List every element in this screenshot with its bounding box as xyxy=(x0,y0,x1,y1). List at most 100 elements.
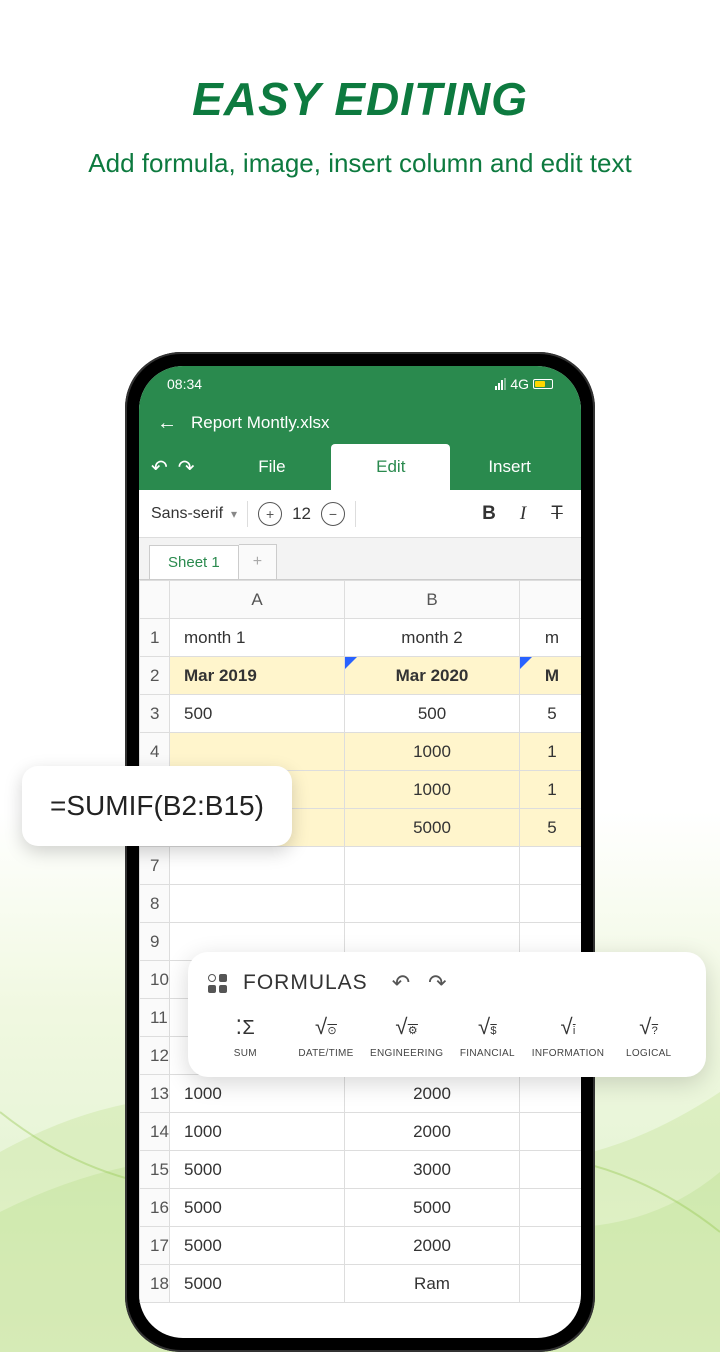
cell[interactable]: 3000 xyxy=(345,1151,520,1189)
cell[interactable]: 5 xyxy=(520,695,582,733)
cell[interactable] xyxy=(345,847,520,885)
cell[interactable]: 5000 xyxy=(170,1227,345,1265)
tab-file[interactable]: File xyxy=(213,444,332,490)
cell[interactable] xyxy=(520,1227,582,1265)
back-icon[interactable]: ← xyxy=(157,412,177,435)
row-header[interactable]: 8 xyxy=(140,885,170,923)
cell[interactable]: 1 xyxy=(520,733,582,771)
datetime-icon: √⊙ xyxy=(315,1014,337,1040)
cell[interactable]: 5000 xyxy=(345,809,520,847)
formula-category-label: INFORMATION xyxy=(532,1048,605,1059)
row-header[interactable]: 12 xyxy=(140,1037,170,1075)
cell[interactable]: 5000 xyxy=(170,1189,345,1227)
row-header[interactable]: 18 xyxy=(140,1265,170,1303)
cell[interactable] xyxy=(520,847,582,885)
cell[interactable]: month 2 xyxy=(345,619,520,657)
formulas-redo-icon[interactable]: ↷ xyxy=(428,970,446,996)
cell[interactable] xyxy=(520,1265,582,1303)
cell[interactable]: 1000 xyxy=(170,1075,345,1113)
status-time: 08:34 xyxy=(167,376,202,392)
row-header[interactable]: 16 xyxy=(140,1189,170,1227)
row-header[interactable]: 7 xyxy=(140,847,170,885)
cell[interactable]: Mar 2019 xyxy=(170,657,345,695)
row-header[interactable]: 1 xyxy=(140,619,170,657)
formula-category-engineering[interactable]: √⚙ ENGINEERING xyxy=(369,1014,444,1059)
col-header-a[interactable]: A xyxy=(170,581,345,619)
cell[interactable] xyxy=(520,1075,582,1113)
formulas-title: FORMULAS xyxy=(243,971,368,995)
engineering-icon: √⚙ xyxy=(395,1014,418,1040)
formula-category-datetime[interactable]: √⊙DATE/TIME xyxy=(289,1014,364,1059)
row-header[interactable]: 14 xyxy=(140,1113,170,1151)
redo-icon[interactable]: ↷ xyxy=(178,455,195,480)
cell[interactable] xyxy=(520,1151,582,1189)
col-header-b[interactable]: B xyxy=(345,581,520,619)
row-header[interactable]: 17 xyxy=(140,1227,170,1265)
font-select[interactable]: Sans-serif ▾ xyxy=(151,505,237,523)
formula-category-label: SUM xyxy=(234,1048,257,1059)
decrease-font-button[interactable]: − xyxy=(321,502,345,526)
add-sheet-button[interactable]: + xyxy=(239,544,277,579)
cell[interactable] xyxy=(170,885,345,923)
cell[interactable]: 1000 xyxy=(345,733,520,771)
cell[interactable] xyxy=(345,885,520,923)
cell[interactable] xyxy=(520,1189,582,1227)
formulas-undo-icon[interactable]: ↶ xyxy=(392,970,410,996)
formula-category-information[interactable]: √iINFORMATION xyxy=(531,1014,606,1059)
cell[interactable]: Ram xyxy=(345,1265,520,1303)
formulas-panel: FORMULAS ↶ ↷ ⁚ΣSUM√⊙DATE/TIME √⚙ ENGINEERI… xyxy=(188,952,706,1077)
formula-category-label: ENGINEERING xyxy=(370,1048,443,1059)
header-bar: ← Report Montly.xlsx xyxy=(139,402,581,444)
cell[interactable]: 5 xyxy=(520,809,582,847)
row-header[interactable]: 11 xyxy=(140,999,170,1037)
row-header[interactable]: 13 xyxy=(140,1075,170,1113)
undo-icon[interactable]: ↶ xyxy=(151,455,168,480)
cell[interactable]: 500 xyxy=(345,695,520,733)
tab-edit[interactable]: Edit xyxy=(331,444,450,490)
cell[interactable]: 1000 xyxy=(345,771,520,809)
cell[interactable]: 2000 xyxy=(345,1113,520,1151)
cell[interactable] xyxy=(520,1113,582,1151)
tab-insert[interactable]: Insert xyxy=(450,444,569,490)
formula-bar-callout[interactable]: =SUMIF(B2:B15) xyxy=(22,766,292,846)
formula-category-label: LOGICAL xyxy=(626,1048,671,1059)
row-header[interactable]: 10 xyxy=(140,961,170,999)
cell[interactable] xyxy=(520,885,582,923)
cell[interactable] xyxy=(170,733,345,771)
cell[interactable]: 5000 xyxy=(170,1265,345,1303)
row-header[interactable]: 4 xyxy=(140,733,170,771)
row-header[interactable]: 3 xyxy=(140,695,170,733)
formula-category-financial[interactable]: √$FINANCIAL xyxy=(450,1014,525,1059)
grid-icon[interactable] xyxy=(208,974,227,993)
cell[interactable]: 500 xyxy=(170,695,345,733)
increase-font-button[interactable]: + xyxy=(258,502,282,526)
cell[interactable]: 1 xyxy=(520,771,582,809)
cell[interactable]: 5000 xyxy=(345,1189,520,1227)
cell[interactable]: 1000 xyxy=(170,1113,345,1151)
font-name: Sans-serif xyxy=(151,505,223,523)
cell[interactable]: month 1 xyxy=(170,619,345,657)
cell[interactable] xyxy=(170,847,345,885)
cell[interactable]: m xyxy=(520,619,582,657)
spreadsheet[interactable]: A B 1month 1month 2m2Mar 2019Mar 2020M35… xyxy=(139,580,581,1303)
cell[interactable]: 2000 xyxy=(345,1075,520,1113)
cell[interactable]: 2000 xyxy=(345,1227,520,1265)
cell[interactable]: M xyxy=(520,657,582,695)
marketing-title: EASY EDITING xyxy=(0,72,720,126)
row-header[interactable]: 15 xyxy=(140,1151,170,1189)
formula-category-sum[interactable]: ⁚ΣSUM xyxy=(208,1014,283,1059)
row-header[interactable]: 9 xyxy=(140,923,170,961)
cell[interactable]: 5000 xyxy=(170,1151,345,1189)
sheet-tab-1[interactable]: Sheet 1 xyxy=(149,545,239,579)
corner-cell[interactable] xyxy=(140,581,170,619)
row-header[interactable]: 2 xyxy=(140,657,170,695)
phone-screen: 08:34 4G ← Report Montly.xlsx ↶ ↷ File E… xyxy=(139,366,581,1338)
cell[interactable]: Mar 2020 xyxy=(345,657,520,695)
bold-button[interactable]: B xyxy=(477,503,501,525)
network-label: 4G xyxy=(510,376,529,392)
col-header-c[interactable] xyxy=(520,581,582,619)
italic-button[interactable]: I xyxy=(511,503,535,525)
chevron-down-icon: ▾ xyxy=(231,507,237,521)
formula-category-logical[interactable]: √?LOGICAL xyxy=(611,1014,686,1059)
strikethrough-button[interactable]: T xyxy=(545,503,569,525)
